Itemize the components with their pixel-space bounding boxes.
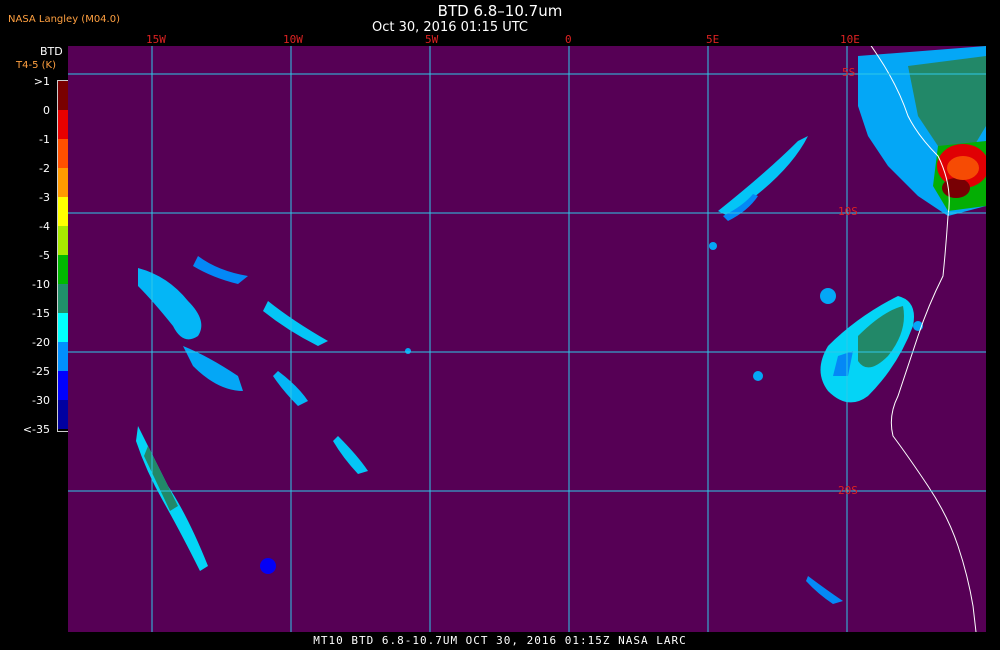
footer-caption: MT10 BTD 6.8-10.7UM OCT 30, 2016 01:15Z … [313,634,687,647]
lon-label: 5W [425,33,439,46]
legend-label: -25 [32,365,50,378]
legend-label: >1 [33,75,50,88]
cloud-hot-core-inner [942,178,970,198]
legend-label: -20 [32,336,50,349]
legend-units: T4-5 (K) [16,60,56,71]
cloud-hot-halo [947,156,979,180]
lon-label: 15W [146,33,166,46]
lon-label: 5E [706,33,720,46]
legend-label: <-35 [22,423,50,436]
legend-label: 0 [43,104,50,117]
legend-label: -10 [32,278,50,291]
lon-label: 10E [840,33,860,46]
satellite-map [68,46,986,632]
legend-label: -30 [32,394,50,407]
lon-label: 0 [565,33,572,46]
legend-label: -2 [39,162,50,175]
legend-label: -3 [39,191,50,204]
lat-label: 10S [838,205,858,218]
legend-title: BTD [40,45,63,58]
lon-label: 10W [283,33,303,46]
map-canvas [68,46,986,632]
cloud-features [136,46,986,604]
legend-label: -5 [39,249,50,262]
timestamp: Oct 30, 2016 01:15 UTC [372,20,528,35]
cloud-cells-west [138,268,202,340]
legend-label: -1 [39,133,50,146]
legend-label: -15 [32,307,50,320]
lat-label: 5S [842,66,856,79]
lat-label: 20S [838,484,858,497]
product-title: BTD 6.8–10.7um [437,2,563,20]
legend-label: -4 [39,220,50,233]
cloud-band-east [718,136,808,216]
